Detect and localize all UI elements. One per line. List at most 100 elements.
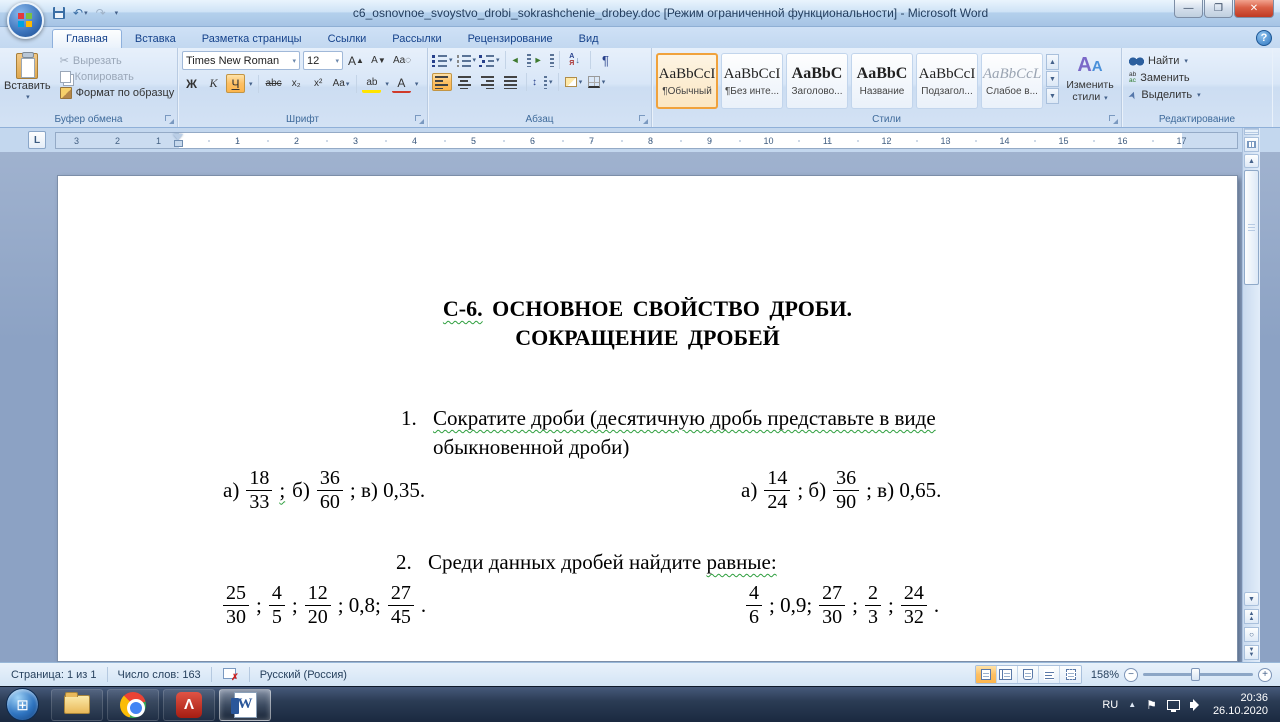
font-family-combo[interactable]: Times New Roman ▾ (182, 51, 300, 70)
style-subtle-emphasis[interactable]: AaBbCcL Слабое в... (981, 53, 1043, 109)
redo-button[interactable]: ↷ (93, 5, 109, 21)
zoom-level[interactable]: 158% (1087, 669, 1119, 681)
align-right-button[interactable] (478, 73, 498, 91)
multilevel-list-button[interactable]: ▾ (479, 51, 500, 69)
taskbar-chrome-button[interactable] (107, 688, 159, 721)
minimize-button[interactable]: — (1174, 0, 1203, 18)
taskbar-explorer-button[interactable] (51, 688, 103, 721)
justify-button[interactable] (501, 73, 521, 91)
shading-button[interactable]: ▾ (564, 73, 584, 91)
superscript-button[interactable]: x² (309, 74, 328, 93)
bullets-button[interactable]: ▾ (432, 51, 453, 69)
volume-icon[interactable] (1189, 698, 1203, 711)
taskbar-word-button[interactable]: W (219, 688, 271, 721)
tab-stop-selector[interactable]: L (28, 131, 46, 149)
office-button[interactable] (7, 2, 44, 39)
tab-home[interactable]: Главная (52, 29, 122, 48)
tab-review[interactable]: Рецензирование (455, 30, 566, 48)
align-left-button[interactable] (432, 73, 452, 91)
taskbar-acrobat-button[interactable]: Λ (163, 688, 215, 721)
scroll-up-button[interactable]: ▲ (1244, 154, 1259, 168)
dialog-launcher-icon[interactable] (1109, 115, 1118, 124)
full-screen-reading-view-button[interactable] (997, 666, 1018, 683)
restore-button[interactable]: ❐ (1204, 0, 1233, 18)
tab-view[interactable]: Вид (566, 30, 612, 48)
zoom-out-button[interactable]: − (1124, 667, 1138, 682)
font-color-button[interactable]: А (391, 74, 411, 93)
zoom-slider[interactable] (1143, 668, 1253, 681)
tray-language-indicator[interactable]: RU (1102, 699, 1118, 711)
outline-view-button[interactable] (1039, 666, 1060, 683)
language-indicator[interactable]: Русский (Россия) (257, 669, 350, 681)
vertical-scrollbar[interactable]: ▲ ▼ ▲ ▲ ○ ▼ ▼ (1242, 128, 1260, 662)
save-button[interactable] (50, 6, 68, 20)
view-ruler-toggle-button[interactable] (1244, 137, 1259, 152)
zoom-in-button[interactable]: + (1258, 667, 1272, 682)
font-size-combo[interactable]: 12 ▾ (303, 51, 343, 70)
style-title[interactable]: AaBbC Название (851, 53, 913, 109)
word-count[interactable]: Число слов: 163 (115, 669, 204, 681)
strikethrough-button[interactable]: abc (264, 74, 284, 93)
tab-references[interactable]: Ссылки (315, 30, 380, 48)
grow-font-button[interactable]: А ▲ (346, 51, 366, 70)
style-normal[interactable]: AaBbCcI ¶Обычный (656, 53, 718, 109)
line-spacing-button[interactable]: ↕ ▾ (532, 73, 553, 91)
gallery-expand-button[interactable]: ▼ (1046, 88, 1059, 104)
change-case-button[interactable]: Aa ▾ (331, 74, 352, 93)
zoom-slider-thumb[interactable] (1191, 668, 1200, 681)
numbering-button[interactable]: ▾ (455, 51, 476, 69)
replace-button[interactable]: ab ac Заменить (1126, 71, 1204, 85)
dialog-launcher-icon[interactable] (639, 115, 648, 124)
help-button[interactable]: ? (1256, 30, 1272, 46)
shrink-font-button[interactable]: А ▼ (369, 51, 388, 70)
gallery-down-button[interactable]: ▼ (1046, 71, 1059, 87)
align-center-button[interactable] (455, 73, 475, 91)
qat-customize-button[interactable]: ▾ (111, 8, 122, 18)
page-indicator[interactable]: Страница: 1 из 1 (8, 669, 100, 681)
web-layout-view-button[interactable] (1018, 666, 1039, 683)
tab-page-layout[interactable]: Разметка страницы (189, 30, 315, 48)
paste-button[interactable]: Вставить ▾ (4, 51, 51, 111)
change-styles-button[interactable]: AA Изменить стили ▾ (1063, 51, 1117, 111)
split-handle[interactable] (1244, 128, 1259, 135)
next-page-button[interactable]: ▼ ▼ (1244, 645, 1259, 660)
draft-view-button[interactable] (1060, 666, 1081, 683)
scroll-down-button[interactable]: ▼ (1244, 592, 1259, 606)
find-button[interactable]: Найти ▾ (1126, 54, 1204, 68)
select-button[interactable]: ➤ Выделить ▾ (1126, 88, 1204, 102)
spellcheck-icon[interactable] (222, 668, 239, 683)
tab-mailings[interactable]: Рассылки (379, 30, 454, 48)
show-marks-button[interactable]: ¶ (596, 51, 616, 69)
previous-page-button[interactable]: ▲ ▲ (1244, 609, 1259, 624)
scrollbar-thumb[interactable] (1244, 170, 1259, 285)
network-icon[interactable] (1166, 699, 1180, 712)
increase-indent-button[interactable]: ► (534, 51, 554, 69)
gallery-up-button[interactable]: ▲ (1046, 54, 1059, 70)
copy-button[interactable]: Копировать (57, 70, 178, 84)
tray-expand-icon[interactable]: ▲ (1128, 700, 1136, 709)
horizontal-ruler[interactable]: 321 1 2 3 4 5 6 7 8 9 10 11 12 13 14 15 16 17 (55, 132, 1238, 149)
format-painter-button[interactable]: Формат по образцу (57, 86, 178, 100)
print-layout-view-button[interactable] (976, 666, 997, 683)
borders-button[interactable]: ▾ (587, 73, 607, 91)
start-button[interactable]: ⊞ (6, 688, 39, 721)
tab-insert[interactable]: Вставка (122, 30, 189, 48)
style-heading[interactable]: AaBbC Заголово... (786, 53, 848, 109)
left-indent-marker[interactable] (174, 140, 183, 147)
decrease-indent-button[interactable]: ◄ (511, 51, 531, 69)
dialog-launcher-icon[interactable] (165, 115, 174, 124)
dialog-launcher-icon[interactable] (415, 115, 424, 124)
select-browse-object-button[interactable]: ○ (1244, 627, 1259, 642)
subscript-button[interactable]: x₂ (287, 74, 306, 93)
undo-button[interactable]: ↶ ▾ (70, 5, 91, 21)
style-no-spacing[interactable]: AaBbCcI ¶Без инте... (721, 53, 783, 109)
clear-formatting-button[interactable]: Aa◌ (391, 51, 413, 70)
sort-button[interactable]: А Я ↓ (565, 51, 585, 69)
cut-button[interactable]: ✂ Вырезать (57, 53, 178, 68)
highlight-button[interactable]: ab (362, 74, 382, 93)
document-page[interactable]: С-6. ОСНОВНОЕ СВОЙСТВО ДРОБИ. СОКРАЩЕНИЕ… (57, 175, 1238, 662)
underline-button[interactable]: Ч (226, 74, 245, 93)
tray-clock[interactable]: 20:36 26.10.2020 (1213, 692, 1268, 718)
close-button[interactable]: ✕ (1234, 0, 1274, 18)
action-center-flag-icon[interactable]: ⚑ (1146, 698, 1157, 712)
